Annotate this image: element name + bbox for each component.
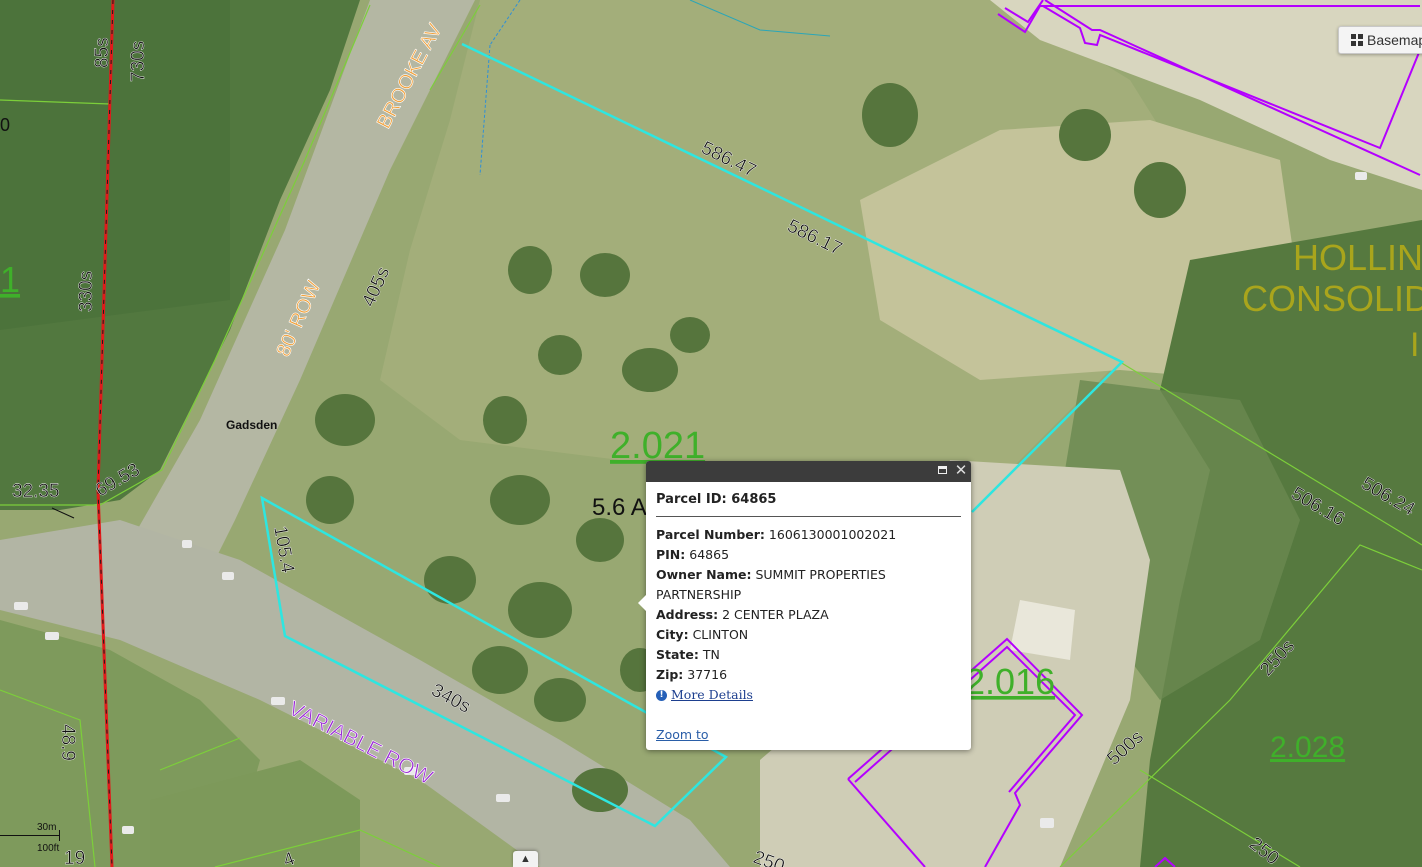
dim-32-35: 32.35 <box>12 481 60 502</box>
scale-bar: 30m 100ft <box>0 822 64 856</box>
acreage-label: 5.6 A <box>592 494 647 521</box>
more-details-link[interactable]: ! More Details <box>656 685 961 705</box>
owner-label-edge: I <box>1410 326 1419 364</box>
owner-label-holling: HOLLIN <box>1293 237 1422 278</box>
field-zip: Zip: 37716 <box>656 667 728 682</box>
dim-330s: 330s <box>76 271 97 312</box>
field-parcel-number: Parcel Number: 1606130001002021 <box>656 527 897 542</box>
place-label-gadsden: Gadsden <box>226 418 277 432</box>
grid-icon <box>1351 34 1363 46</box>
basemap-button[interactable]: Basemap <box>1338 26 1422 54</box>
close-icon[interactable]: ✕ <box>954 463 968 478</box>
field-city: City: CLINTON <box>656 627 749 642</box>
field-pin: PIN: 64865 <box>656 547 730 562</box>
field-address: Address: 2 CENTER PLAZA <box>656 607 829 622</box>
owner-label-consolid: CONSOLID <box>1242 278 1422 319</box>
popup-title: Parcel ID: 64865 <box>656 492 961 517</box>
dim-85s: 85s <box>92 37 113 68</box>
chevron-up-icon[interactable]: ▲ <box>513 851 538 867</box>
dim-730s: 730s <box>128 41 149 82</box>
dim-48-9: 48.9 <box>57 724 78 761</box>
zoom-to-link[interactable]: Zoom to <box>656 727 709 742</box>
edge-label-0: 0 <box>0 115 10 135</box>
parcel-label-2-016[interactable]: 2.016 <box>965 661 1055 702</box>
basemap-button-label: Basemap <box>1367 32 1422 48</box>
parcel-label-2-028[interactable]: 2.028 <box>1270 731 1345 764</box>
dim-19: 19 <box>64 848 85 867</box>
field-owner-name: Owner Name: SUMMIT PROPERTIES PARTNERSHI… <box>656 567 886 602</box>
popup-header: ✕ <box>646 461 971 482</box>
maximize-icon[interactable] <box>935 464 949 478</box>
field-state: State: TN <box>656 647 720 662</box>
info-icon: ! <box>656 689 667 701</box>
edge-label-1: 1 <box>0 259 20 300</box>
parcel-popup[interactable]: ✕ Parcel ID: 64865 Parcel Number: 160613… <box>638 461 971 750</box>
popup-pointer <box>638 595 646 611</box>
